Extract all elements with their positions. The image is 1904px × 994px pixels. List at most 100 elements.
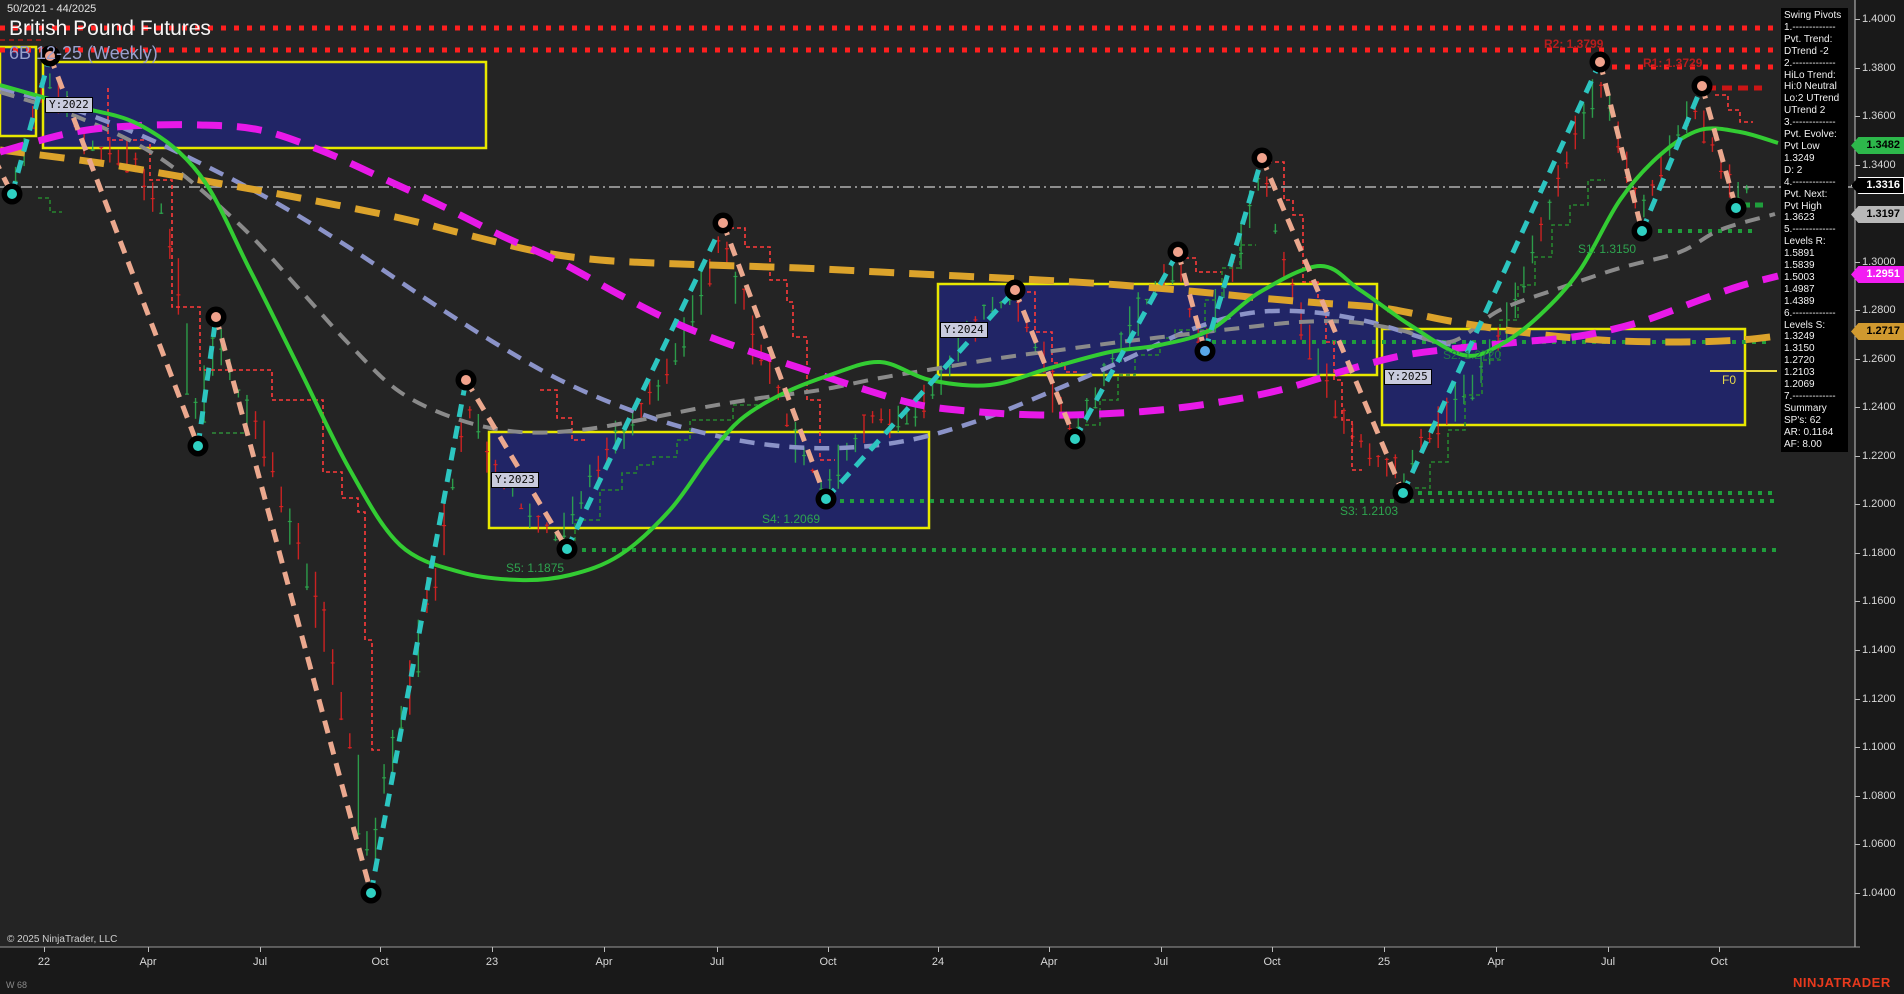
time-tickmark — [1608, 947, 1609, 952]
time-axis-label: 23 — [485, 956, 499, 968]
swing-marker-low — [7, 189, 17, 199]
support-level-label: S5: 1.1875 — [506, 561, 565, 575]
pivot-panel-line: Levels S: — [1784, 319, 1826, 331]
chart-surface[interactable] — [0, 0, 1904, 994]
swing-marker-high — [1010, 285, 1020, 295]
price-axis-label: 1.0600 — [1862, 838, 1896, 851]
time-tickmark — [1719, 947, 1720, 952]
time-axis-label: Oct — [1263, 956, 1281, 968]
pivot-panel-line: Pvt Low — [1784, 140, 1820, 152]
time-tickmark — [1049, 947, 1050, 952]
price-tickmark — [1855, 601, 1860, 603]
pivot-panel-line: 1.5003 — [1784, 271, 1815, 283]
page-title: British Pound Futures — [9, 17, 211, 40]
swing-marker-high — [1257, 153, 1267, 163]
price-tickmark — [1855, 504, 1860, 506]
time-axis-label: Oct — [371, 956, 389, 968]
pivot-panel-line: SP's: 62 — [1784, 414, 1821, 426]
price-tickmark — [1855, 164, 1860, 166]
pivot-panel-line: Pvt. Trend: — [1784, 33, 1833, 45]
price-tickmark — [1855, 552, 1860, 554]
time-axis-label: Apr — [595, 956, 613, 968]
swing-marker-high — [1595, 57, 1605, 67]
pivot-panel-line: D: 2 — [1784, 164, 1803, 176]
pivot-panel-line: 5.------------- — [1784, 224, 1836, 236]
price-axis-label: 1.2200 — [1862, 449, 1896, 462]
price-tickmark — [1855, 261, 1860, 263]
pivot-panel-line: 1.2720 — [1784, 355, 1815, 367]
price-axis-label: 1.2600 — [1862, 352, 1896, 365]
price-axis-label: 1.3800 — [1862, 61, 1896, 74]
support-level-label: S4: 1.2069 — [762, 512, 821, 526]
price-axis-label: 1.1000 — [1862, 741, 1896, 754]
price-tag: 1.3482 — [1851, 137, 1904, 154]
swing-pivots-panel: Swing Pivots 1.------------- Pvt. Trend: DT… — [1781, 8, 1848, 452]
time-tickmark — [260, 947, 261, 952]
time-tickmark — [148, 947, 149, 952]
price-tickmark — [1855, 795, 1860, 797]
time-tickmark — [1496, 947, 1497, 952]
price-axis[interactable]: 1.4000 1.3800 1.3600 1.3400 1.3000 1.2800 1.26… — [1851, 0, 1904, 947]
price-tickmark — [1855, 358, 1860, 360]
pivot-panel-line: 1.5839 — [1784, 260, 1815, 272]
price-axis-label: 1.4000 — [1862, 13, 1896, 25]
swing-marker-high — [1697, 81, 1707, 91]
swing-marker-low — [366, 888, 376, 898]
price-axis-label: 1.3400 — [1862, 158, 1896, 171]
pivot-panel-line: 3.------------- — [1784, 117, 1836, 129]
price-axis-label: 1.1200 — [1862, 692, 1896, 705]
swing-marker-low — [1637, 226, 1647, 236]
resistance-level-label: R1: 1.3729 — [1643, 56, 1703, 70]
instrument-label: 6B 12-25 (Weekly) — [9, 43, 158, 63]
support-level-label: S1: 1.3150 — [1578, 242, 1637, 256]
time-axis-label: 22 — [37, 956, 51, 968]
pivot-panel-line: UTrend 2 — [1784, 105, 1826, 117]
pivot-panel-line: AF: 8.00 — [1784, 438, 1822, 450]
year-box-label: Y:2025 — [1384, 369, 1432, 385]
pivot-panel-line: Swing Pivots — [1784, 10, 1842, 21]
pivot-panel-line: 1.2069 — [1784, 379, 1815, 391]
time-axis-label: Jul — [709, 956, 725, 968]
price-axis-label: 1.2400 — [1862, 401, 1896, 414]
visible-range-label: 50/2021 - 44/2025 — [7, 3, 97, 15]
price-axis-label: 1.2000 — [1862, 498, 1896, 511]
swing-marker-low — [1398, 488, 1408, 498]
time-axis-label: Jul — [1153, 956, 1169, 968]
copyright-notice: © 2025 NinjaTrader, LLC — [7, 934, 118, 945]
price-axis-label: 1.1400 — [1862, 644, 1896, 657]
price-axis-label: 1.0800 — [1862, 789, 1896, 802]
support-level-label: S3: 1.2103 — [1340, 504, 1399, 518]
price-tickmark — [1855, 747, 1860, 749]
price-tag: 1.2717 — [1851, 323, 1904, 340]
pivot-panel-line: Summary — [1784, 402, 1827, 414]
price-tickmark — [1855, 310, 1860, 312]
time-tickmark — [1272, 947, 1273, 952]
pivot-panel-line: Levels R: — [1784, 236, 1826, 248]
time-axis[interactable]: 22 Apr Jul Oct 23 Apr Jul Oct 24 Apr Jul Oct 25 Apr Ju… — [0, 947, 1860, 977]
swing-marker-low — [562, 544, 572, 554]
swing-marker-low — [1070, 434, 1080, 444]
pivot-panel-line: 2.------------- — [1784, 57, 1836, 69]
time-tickmark — [380, 947, 381, 952]
swing-marker-high — [461, 375, 471, 385]
time-axis-label: Apr — [1487, 956, 1505, 968]
swing-marker-low — [821, 494, 831, 504]
pivot-panel-line: 1.4987 — [1784, 283, 1815, 295]
time-tickmark — [44, 947, 45, 952]
pivot-panel-line: 7.------------- — [1784, 391, 1836, 402]
pivot-panel-line: DTrend -2 — [1784, 45, 1829, 57]
swing-marker-high — [1173, 247, 1183, 257]
price-axis-label: 1.3000 — [1862, 255, 1896, 268]
year-box — [41, 60, 488, 150]
price-tickmark — [1855, 892, 1860, 894]
price-tickmark — [1855, 455, 1860, 457]
pivot-panel-line: Hi:0 Neutral — [1784, 81, 1837, 93]
swing-marker-low — [1200, 346, 1210, 356]
time-tickmark — [717, 947, 718, 952]
time-axis-label: Jul — [252, 956, 268, 968]
year-box-label: Y:2024 — [940, 321, 988, 338]
time-tickmark — [938, 947, 939, 952]
price-tickmark — [1855, 407, 1860, 409]
price-axis-label: 1.3600 — [1862, 110, 1896, 123]
price-axis-label: 1.1800 — [1862, 546, 1896, 559]
